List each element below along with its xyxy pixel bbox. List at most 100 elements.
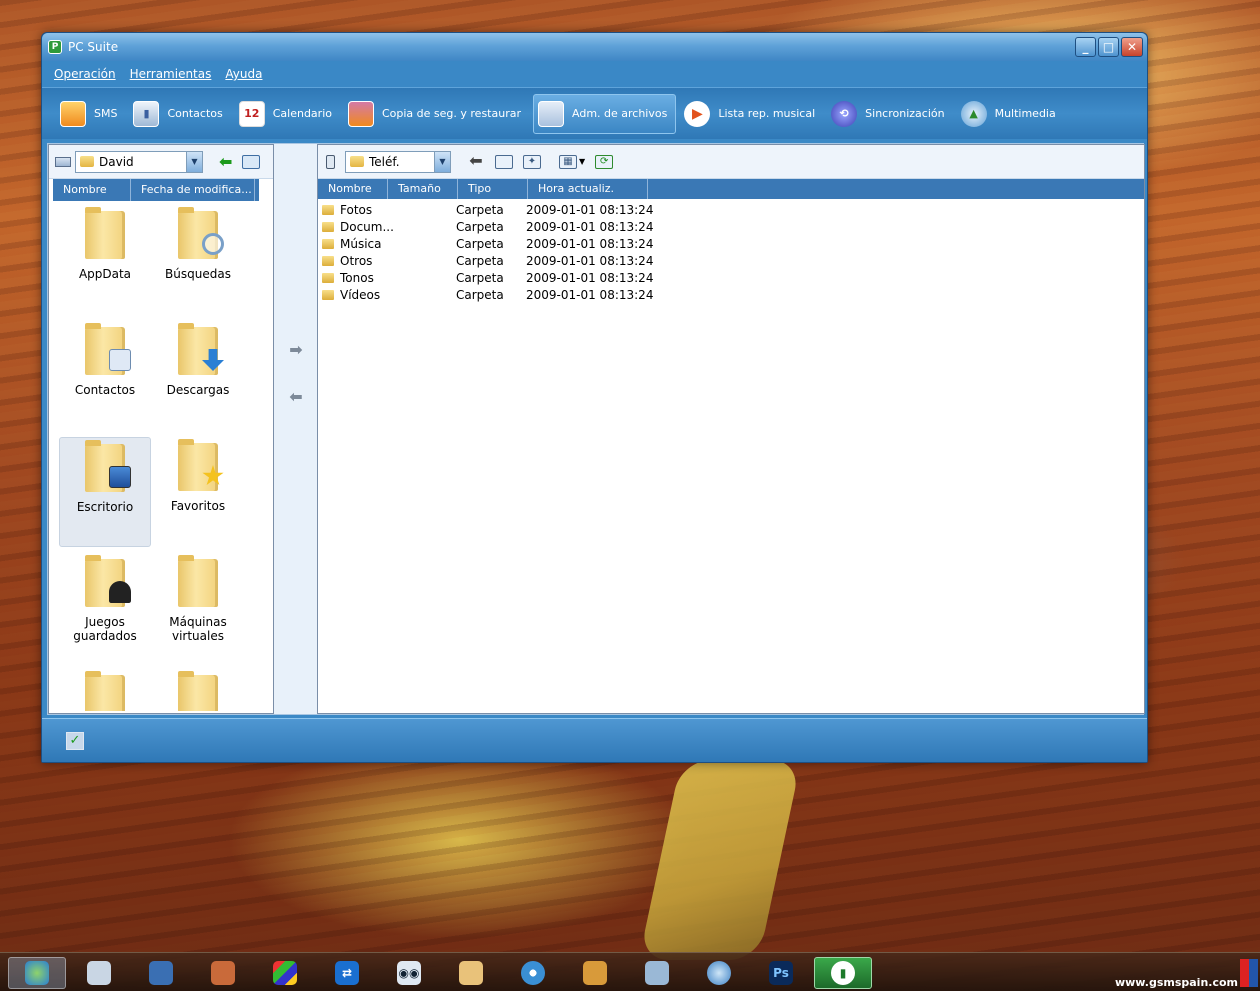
- pc-location-combo[interactable]: David ▼: [75, 150, 203, 173]
- folder-item[interactable]: Juegos guardados: [59, 553, 151, 663]
- row-type: Carpeta: [456, 219, 504, 234]
- multimedia-icon: ▲: [960, 100, 987, 127]
- toolbar-contactos-label: Contactos: [167, 107, 223, 120]
- taskbar: ⇄ ◉◉ Ps ▮ www.gsmspain.com: [0, 952, 1260, 991]
- chevron-down-icon[interactable]: ▼: [434, 151, 450, 172]
- maximize-button[interactable]: □: [1098, 37, 1119, 57]
- toolbar-backup-label: Copia de seg. y restaurar: [381, 107, 521, 120]
- taskbar-app[interactable]: [194, 957, 252, 989]
- toolbar-contactos[interactable]: ▮ Contactos: [129, 94, 230, 134]
- copy-to-phone-arrow-icon[interactable]: ➡: [286, 340, 306, 359]
- documents-folder-icon: [178, 671, 218, 711]
- folder-item[interactable]: Favoritos: [152, 437, 244, 547]
- folder-label: Favoritos: [170, 499, 226, 513]
- folder-icon: [350, 156, 364, 167]
- taskbar-app[interactable]: [70, 957, 128, 989]
- windows-flag-icon: [273, 961, 297, 985]
- close-button[interactable]: ✕: [1121, 37, 1143, 57]
- folder-item[interactable]: AppData: [59, 205, 151, 315]
- toolbar-calendario[interactable]: 12 Calendario: [235, 94, 340, 134]
- chess-icon: [211, 961, 235, 985]
- folder-item[interactable]: Descargas: [152, 321, 244, 431]
- taskbar-app[interactable]: [628, 957, 686, 989]
- toolbar-sync-label: Sincronización: [865, 107, 945, 120]
- row-type: Carpeta: [456, 270, 504, 285]
- phone-pane: Teléf. ▼ ⬅ ✦ ▦ ▼ ⟳ Nombre Tamaño Tipo Ho…: [317, 144, 1145, 714]
- menu-bar: Operación Herramientas Ayuda: [42, 61, 1147, 87]
- column-fecha[interactable]: Fecha de modifica...: [131, 179, 255, 201]
- row-name: Fotos: [340, 202, 373, 217]
- menu-ayuda[interactable]: Ayuda: [225, 67, 262, 81]
- folder-up-icon[interactable]: [242, 154, 261, 169]
- phone-icon[interactable]: [326, 154, 335, 169]
- folder-item[interactable]: Máquinas virtuales: [152, 553, 244, 663]
- folder-icon: [322, 272, 334, 283]
- column-tamano[interactable]: Tamaño: [388, 179, 458, 199]
- pc-pane-header: Nombre Fecha de modifica...: [53, 179, 259, 201]
- toolbar-file-manager[interactable]: Adm. de archivos: [533, 93, 677, 134]
- sms-icon: [60, 100, 86, 127]
- refresh-icon[interactable]: ⟳: [595, 154, 614, 169]
- folder-label: Búsquedas: [165, 267, 231, 281]
- table-row[interactable]: Docum... Carpeta 2009-01-01 08:13:24: [318, 218, 1144, 235]
- folder-up-icon[interactable]: [495, 154, 513, 169]
- taskbar-app[interactable]: [256, 957, 314, 989]
- media-film-icon: [583, 961, 607, 985]
- computer-icon[interactable]: [55, 156, 71, 167]
- row-name: Docum...: [340, 219, 394, 234]
- row-date: 2009-01-01 08:13:24: [526, 219, 654, 234]
- taskbar-app[interactable]: [690, 957, 748, 989]
- connection-status-icon[interactable]: ✓: [66, 732, 84, 750]
- folder-icon: [322, 221, 334, 232]
- back-arrow-icon[interactable]: ⬅: [219, 152, 232, 171]
- table-row[interactable]: Vídeos Carpeta 2009-01-01 08:13:24: [318, 286, 1144, 303]
- contacts-icon: ▮: [133, 100, 160, 127]
- phone-location-combo[interactable]: Teléf. ▼: [345, 150, 451, 173]
- folder-item[interactable]: Búsquedas: [152, 205, 244, 315]
- folder-item-partial[interactable]: [59, 669, 151, 711]
- taskbar-app[interactable]: ⇄: [318, 957, 376, 989]
- chevron-down-icon[interactable]: ▼: [186, 151, 202, 172]
- tablet-icon: [645, 961, 669, 985]
- table-row[interactable]: Fotos Carpeta 2009-01-01 08:13:24: [318, 201, 1144, 218]
- column-hora[interactable]: Hora actualiz.: [528, 179, 648, 199]
- row-name: Vídeos: [340, 287, 381, 302]
- toolbar-sms-label: SMS: [94, 107, 118, 120]
- folder-item-selected[interactable]: Escritorio: [59, 437, 151, 547]
- toolbar-sync[interactable]: ⟲ Sincronización: [827, 94, 952, 134]
- table-row[interactable]: Tonos Carpeta 2009-01-01 08:13:24: [318, 269, 1144, 286]
- taskbar-app[interactable]: [132, 957, 190, 989]
- folder-label: AppData: [78, 267, 132, 281]
- view-mode-dropdown-icon[interactable]: ▼: [579, 157, 585, 166]
- back-arrow-icon[interactable]: ⬅: [467, 152, 485, 169]
- watermark: www.gsmspain.com: [1114, 976, 1238, 989]
- menu-herramientas[interactable]: Herramientas: [130, 67, 212, 81]
- column-nombre[interactable]: Nombre: [318, 179, 388, 199]
- taskbar-app-pc-suite[interactable]: ▮: [814, 957, 872, 989]
- column-tipo[interactable]: Tipo: [458, 179, 528, 199]
- start-button[interactable]: [8, 957, 66, 989]
- toolbar-backup[interactable]: Copia de seg. y restaurar: [344, 94, 529, 134]
- contacts-folder-icon: [85, 323, 131, 375]
- folder-item-partial[interactable]: [152, 669, 244, 711]
- column-nombre[interactable]: Nombre: [53, 179, 131, 201]
- taskbar-app[interactable]: ◉◉: [380, 957, 438, 989]
- pc-pane-toolbar: David ▼ ⬅: [49, 145, 273, 179]
- table-row[interactable]: Música Carpeta 2009-01-01 08:13:24: [318, 235, 1144, 252]
- view-mode-icon[interactable]: ▦: [559, 154, 577, 169]
- table-row[interactable]: Otros Carpeta 2009-01-01 08:13:24: [318, 252, 1144, 269]
- toolbar-playlist[interactable]: ▶ Lista rep. musical: [680, 94, 823, 134]
- minimize-button[interactable]: _: [1075, 37, 1096, 57]
- title-bar[interactable]: P PC Suite _ □ ✕: [42, 33, 1147, 61]
- copy-to-pc-arrow-icon[interactable]: ⬅: [286, 387, 306, 406]
- toolbar-multimedia[interactable]: ▲ Multimedia: [957, 94, 1064, 134]
- toolbar-sms[interactable]: SMS: [56, 94, 125, 134]
- menu-operacion[interactable]: Operación: [54, 67, 116, 81]
- taskbar-app[interactable]: Ps: [752, 957, 810, 989]
- taskbar-app[interactable]: [566, 957, 624, 989]
- folder-item[interactable]: Contactos: [59, 321, 151, 431]
- taskbar-app[interactable]: [442, 957, 500, 989]
- taskbar-app[interactable]: [504, 957, 562, 989]
- new-folder-icon[interactable]: ✦: [523, 154, 541, 169]
- globe-icon: [707, 961, 731, 985]
